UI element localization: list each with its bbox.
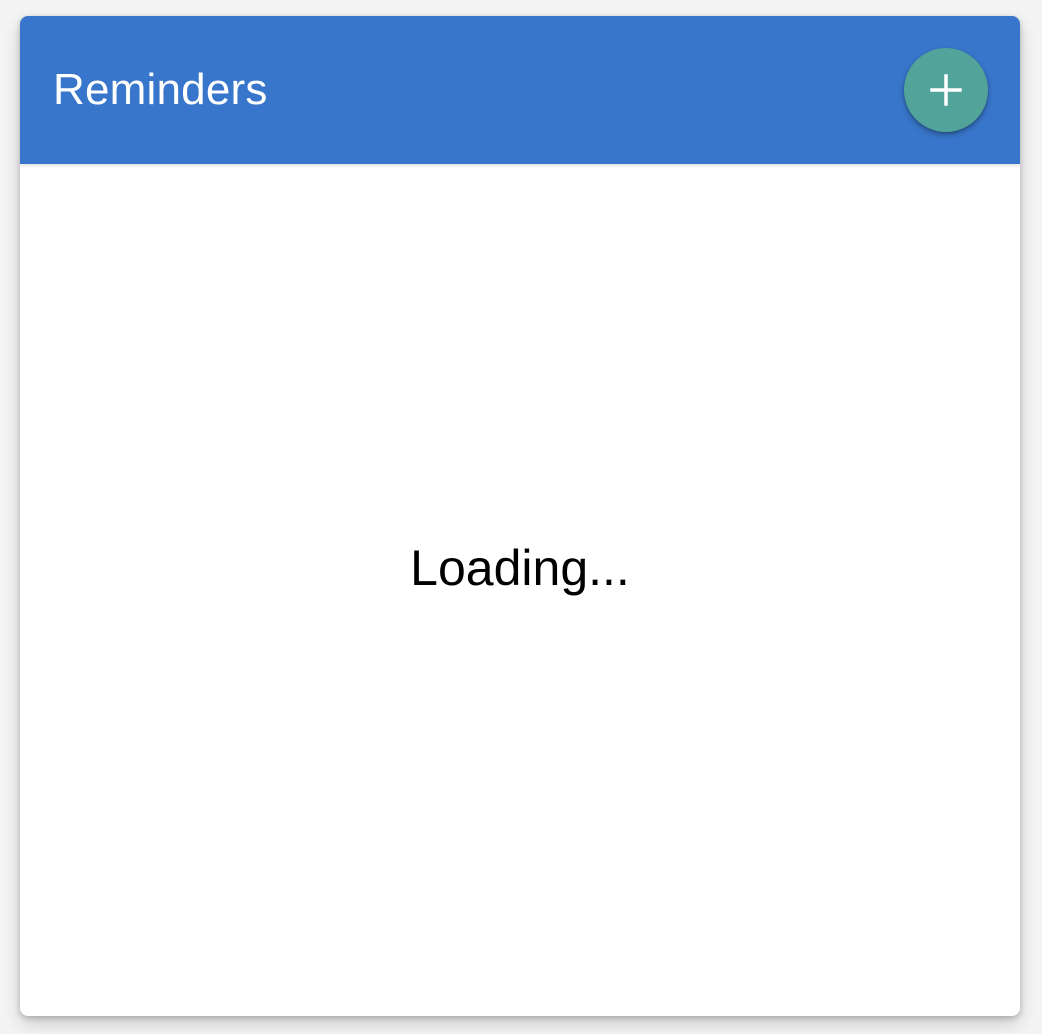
reminders-content: Loading... bbox=[20, 168, 1020, 1016]
loading-text: Loading... bbox=[410, 540, 630, 596]
add-reminder-button[interactable] bbox=[904, 48, 988, 132]
app-header: Reminders bbox=[20, 16, 1020, 164]
reminders-card: Reminders Loading... bbox=[20, 16, 1020, 1016]
plus-icon bbox=[930, 74, 962, 106]
page-title: Reminders bbox=[53, 65, 268, 114]
